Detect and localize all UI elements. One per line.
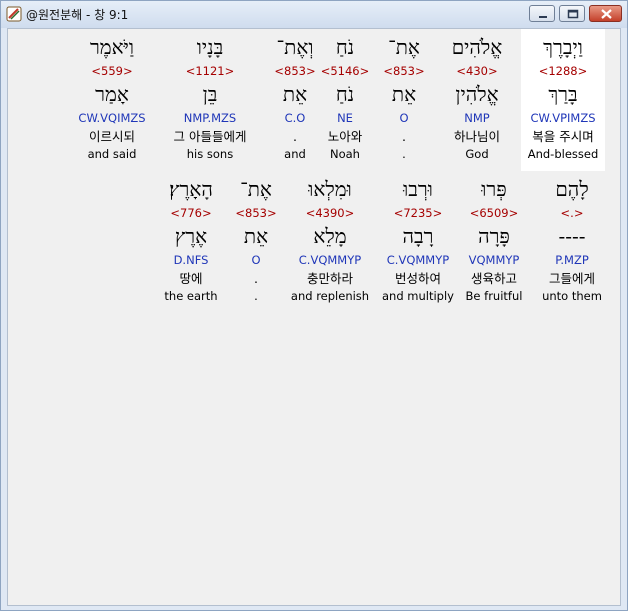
korean-gloss: 하나님이	[453, 129, 500, 144]
english-gloss: Be fruitful	[465, 289, 523, 303]
hebrew-lemma: בֵּן	[202, 82, 218, 106]
hebrew-word: בָּנָיו	[196, 35, 224, 59]
hebrew-word: אֶת־	[240, 177, 272, 201]
word-column[interactable]: וַיְבָרֶךְ <1288> בָּרַךְ CW.VPIMZS 복을 주…	[521, 29, 605, 171]
app-icon	[6, 6, 22, 22]
hebrew-word: לָהֶם	[555, 177, 589, 201]
hebrew-lemma: אָמַר	[95, 82, 129, 106]
english-gloss: God	[465, 147, 489, 161]
word-column[interactable]: וַיֹּאמֶר <559> אָמַר CW.VQIMZS 이르시되 and…	[69, 29, 155, 171]
parsing-code: C.O	[284, 111, 306, 125]
word-column[interactable]: אֶת־ <853> אֵת O . .	[224, 171, 288, 313]
hebrew-lemma: רָבָה	[402, 224, 434, 248]
korean-gloss: 번성하여	[394, 271, 441, 286]
korean-gloss: 땅에	[179, 271, 203, 286]
strong-number: <559>	[91, 64, 133, 78]
strong-number: <4390>	[305, 206, 355, 220]
hebrew-word: אֶת־	[388, 35, 420, 59]
english-gloss: and said	[87, 147, 137, 161]
hebrew-lemma: מָלֵא	[313, 224, 347, 248]
hebrew-word: וַיְבָרֶךְ	[543, 35, 583, 59]
parsing-code: NMP	[464, 111, 490, 125]
hebrew-word: אֱלֹהִים	[451, 35, 503, 59]
parsing-code: O	[251, 253, 261, 267]
parsing-code: P.MZP	[555, 253, 589, 267]
korean-gloss: 복을 주시며	[532, 129, 594, 144]
english-gloss: the earth	[164, 289, 218, 303]
hebrew-lemma: ----	[558, 224, 586, 248]
korean-gloss: 생육하고	[470, 271, 517, 286]
word-column[interactable]: לָהֶם <.> ---- P.MZP 그들에게 unto them	[529, 171, 615, 313]
strong-number: <776>	[170, 206, 212, 220]
app-window: @원전분해 - 창 9:1 וַיְבָרֶךְ <1288> בָּרַךְ …	[0, 0, 628, 611]
word-column[interactable]: פְּרוּ <6509> פָּרָה VQMMYP 생육하고 Be frui…	[451, 171, 537, 313]
maximize-icon	[567, 9, 579, 19]
title-bar[interactable]: @원전분해 - 창 9:1	[1, 1, 627, 28]
word-column[interactable]: וּרְבוּ <7235> רָבָה C.VQMMYP 번성하여 and m…	[374, 171, 462, 313]
english-gloss: unto them	[542, 289, 602, 303]
korean-gloss: 그 아들들에게	[173, 129, 247, 144]
korean-gloss: .	[293, 129, 297, 144]
hebrew-lemma: אֵת	[282, 82, 308, 106]
strong-number: <.>	[560, 206, 584, 220]
strong-number: <1121>	[185, 64, 235, 78]
hebrew-lemma: פָּרָה	[478, 224, 510, 248]
parsing-code: CW.VPIMZS	[530, 111, 596, 125]
parsing-code: D.NFS	[173, 253, 209, 267]
close-button[interactable]	[589, 5, 622, 22]
english-gloss: and	[284, 147, 306, 161]
hebrew-word: הָאָרֶץ׃	[169, 177, 213, 201]
window-title: @원전분해 - 창 9:1	[26, 8, 129, 22]
english-gloss: and multiply	[382, 289, 454, 303]
parsing-code: C.VQMMYP	[386, 253, 450, 267]
strong-number: <853>	[274, 64, 316, 78]
hebrew-word: וּמִלְאוּ	[308, 177, 352, 201]
strong-number: <853>	[383, 64, 425, 78]
hebrew-word: וּרְבוּ	[403, 177, 433, 201]
korean-gloss: .	[402, 129, 406, 144]
english-gloss: .	[402, 147, 406, 161]
parsing-code: O	[399, 111, 409, 125]
maximize-button[interactable]	[559, 5, 585, 22]
strong-number: <853>	[235, 206, 277, 220]
korean-gloss: 충만하라	[306, 271, 353, 286]
parsing-code: C.VQMMYP	[298, 253, 362, 267]
hebrew-word: וַיֹּאמֶר	[89, 35, 135, 59]
strong-number: <7235>	[393, 206, 443, 220]
hebrew-word: וְאֶת־	[276, 35, 314, 59]
hebrew-word: פְּרוּ	[481, 177, 507, 201]
hebrew-lemma: אֵת	[391, 82, 417, 106]
strong-number: <430>	[456, 64, 498, 78]
word-column[interactable]: וּמִלְאוּ <4390> מָלֵא C.VQMMYP 충만하라 and…	[282, 171, 378, 313]
korean-gloss: 그들에게	[548, 271, 595, 286]
word-column[interactable]: אֱלֹהִים <430> אֱלֹהִין NMP 하나님이 God	[435, 29, 519, 171]
hebrew-lemma: בָּרַךְ	[548, 82, 578, 106]
hebrew-lemma: אֵת	[243, 224, 269, 248]
english-gloss: his sons	[186, 147, 234, 161]
hebrew-lemma: אֶרֶץ	[174, 224, 208, 248]
strong-number: <6509>	[469, 206, 519, 220]
word-column[interactable]: אֶת־ <853> אֵת O . .	[372, 29, 436, 171]
close-icon	[601, 9, 612, 19]
word-column[interactable]: הָאָרֶץ׃ <776> אֶרֶץ D.NFS 땅에 the earth	[149, 171, 233, 313]
hebrew-lemma: אֱלֹהִין	[455, 82, 499, 106]
word-column[interactable]: וְאֶת־ <853> אֵת C.O . and	[263, 29, 327, 171]
english-gloss: And-blessed	[527, 147, 599, 161]
word-column[interactable]: בָּנָיו <1121> בֵּן NMP.MZS 그 아들들에게 his …	[160, 29, 260, 171]
parsing-code: VQMMYP	[468, 253, 520, 267]
minimize-button[interactable]	[529, 5, 555, 22]
english-gloss: and replenish	[290, 289, 370, 303]
korean-gloss: 이르시되	[88, 129, 135, 144]
english-gloss: .	[254, 289, 258, 303]
korean-gloss: .	[254, 271, 258, 286]
interlinear-panel: וַיְבָרֶךְ <1288> בָּרַךְ CW.VPIMZS 복을 주…	[7, 28, 621, 606]
parsing-code: CW.VQIMZS	[78, 111, 146, 125]
parsing-code: NMP.MZS	[183, 111, 237, 125]
strong-number: <1288>	[538, 64, 588, 78]
minimize-icon	[539, 16, 547, 18]
